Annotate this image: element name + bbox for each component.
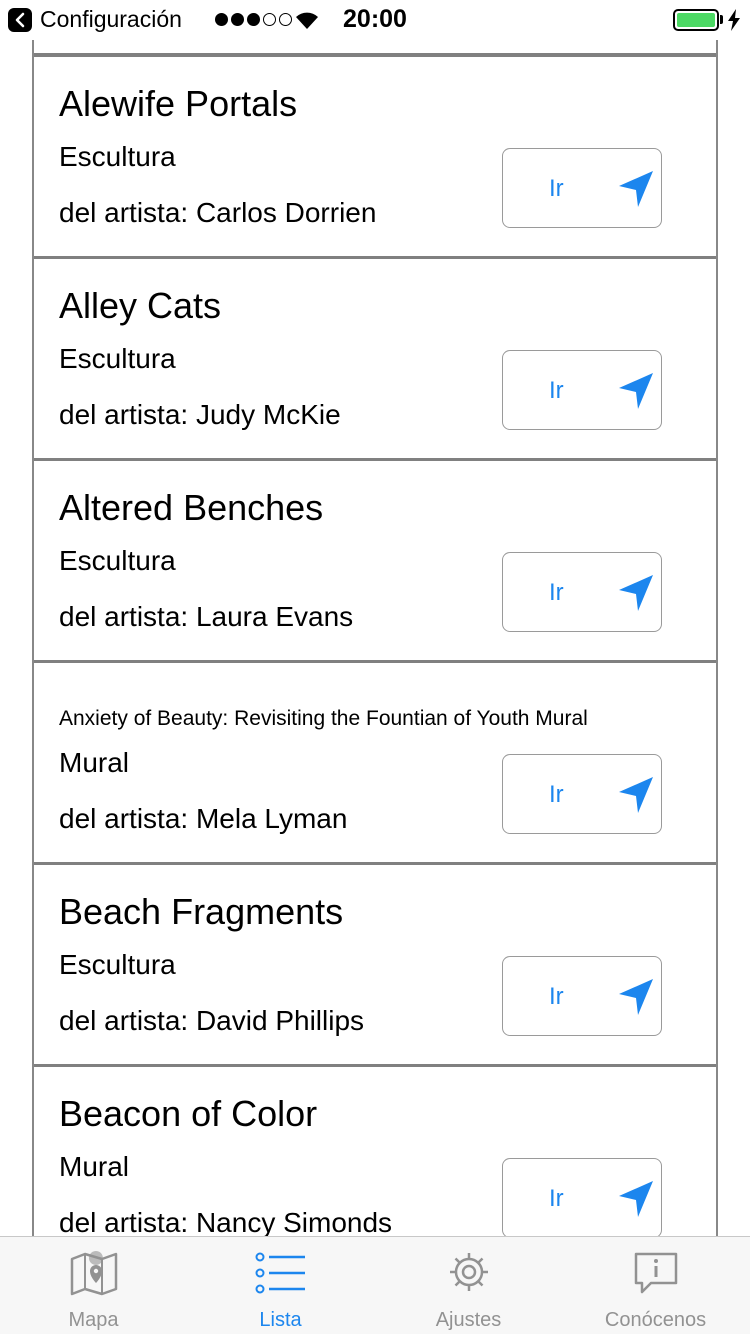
go-directions-button[interactable]: Ir bbox=[502, 1158, 662, 1236]
tab-bar: Mapa Lista Ajustes Conócenos bbox=[0, 1236, 750, 1334]
artwork-type: Mural bbox=[59, 1151, 130, 1182]
tab-label: Ajustes bbox=[435, 1309, 502, 1331]
artwork-card[interactable]: Beacon of Color Mural del artista: Nancy S… bbox=[34, 1064, 716, 1236]
artwork-title: Alley Cats bbox=[59, 285, 222, 326]
go-directions-button[interactable]: Ir bbox=[502, 148, 662, 228]
tab-label: Lista bbox=[259, 1309, 302, 1331]
tab-ajustes[interactable]: Ajustes bbox=[375, 1237, 562, 1334]
go-label: Ir bbox=[549, 175, 564, 202]
charging-bolt-icon bbox=[728, 9, 740, 31]
status-bar: Configuración 20:00 bbox=[0, 0, 750, 40]
go-label: Ir bbox=[549, 781, 564, 808]
artwork-type: Mural bbox=[59, 747, 130, 778]
artwork-title: Beach Fragments bbox=[59, 891, 344, 932]
battery-tip bbox=[720, 15, 723, 24]
info-bubble-icon bbox=[633, 1251, 679, 1300]
artwork-type: Escultura bbox=[59, 949, 176, 980]
navigation-arrow-icon bbox=[619, 979, 653, 1015]
artwork-artist: del artista: Nancy Simonds bbox=[59, 1207, 393, 1236]
artwork-title: Anxiety of Beauty: Revisiting the Founti… bbox=[59, 707, 588, 730]
artwork-title: Alewife Portals bbox=[59, 83, 298, 124]
go-label: Ir bbox=[549, 579, 564, 606]
map-icon bbox=[69, 1251, 119, 1302]
navigation-arrow-icon bbox=[619, 777, 653, 813]
tab-mapa[interactable]: Mapa bbox=[0, 1237, 187, 1334]
navigation-arrow-icon bbox=[619, 1181, 653, 1217]
artwork-card[interactable]: Alewife Portals Escultura del artista: Car… bbox=[34, 54, 716, 256]
navigation-arrow-icon bbox=[619, 575, 653, 611]
artwork-title: Altered Benches bbox=[59, 487, 324, 528]
artwork-type: Escultura bbox=[59, 343, 176, 374]
tab-label: Mapa bbox=[68, 1309, 119, 1331]
tab-label: Conócenos bbox=[604, 1309, 707, 1331]
artwork-type: Escultura bbox=[59, 141, 176, 172]
navigation-arrow-icon bbox=[619, 171, 653, 207]
artwork-artist: del artista: Carlos Dorrien bbox=[59, 197, 377, 228]
battery-icon bbox=[673, 9, 719, 31]
list-icon bbox=[255, 1251, 307, 1300]
clock: 20:00 bbox=[343, 5, 407, 33]
artwork-title: Beacon of Color bbox=[59, 1093, 318, 1134]
artwork-artist: del artista: Mela Lyman bbox=[59, 803, 348, 834]
artwork-card[interactable]: Beach Fragments Escultura del artista: Dav… bbox=[34, 862, 716, 1064]
artwork-artist: del artista: Judy McKie bbox=[59, 399, 341, 430]
go-directions-button[interactable]: Ir bbox=[502, 956, 662, 1036]
artwork-card[interactable]: Altered Benches Escultura del artista: Lau… bbox=[34, 458, 716, 660]
artwork-list[interactable]: Alewife Portals Escultura del artista: Car… bbox=[32, 40, 718, 1236]
go-label: Ir bbox=[549, 377, 564, 404]
tab-conocenos[interactable]: Conócenos bbox=[562, 1237, 749, 1334]
artwork-artist: del artista: David Phillips bbox=[59, 1005, 365, 1036]
artwork-type: Escultura bbox=[59, 545, 176, 576]
go-directions-button[interactable]: Ir bbox=[502, 754, 662, 834]
gear-icon bbox=[448, 1251, 490, 1298]
artwork-card[interactable]: Anxiety of Beauty: Revisiting the Founti… bbox=[34, 660, 716, 862]
tab-lista[interactable]: Lista bbox=[187, 1237, 374, 1334]
go-directions-button[interactable]: Ir bbox=[502, 552, 662, 632]
go-label: Ir bbox=[549, 983, 564, 1010]
go-directions-button[interactable]: Ir bbox=[502, 350, 662, 430]
go-label: Ir bbox=[549, 1185, 564, 1212]
navigation-arrow-icon bbox=[619, 373, 653, 409]
artwork-artist: del artista: Laura Evans bbox=[59, 601, 354, 632]
artwork-card[interactable]: Alley Cats Escultura del artista: Judy McK… bbox=[34, 256, 716, 458]
